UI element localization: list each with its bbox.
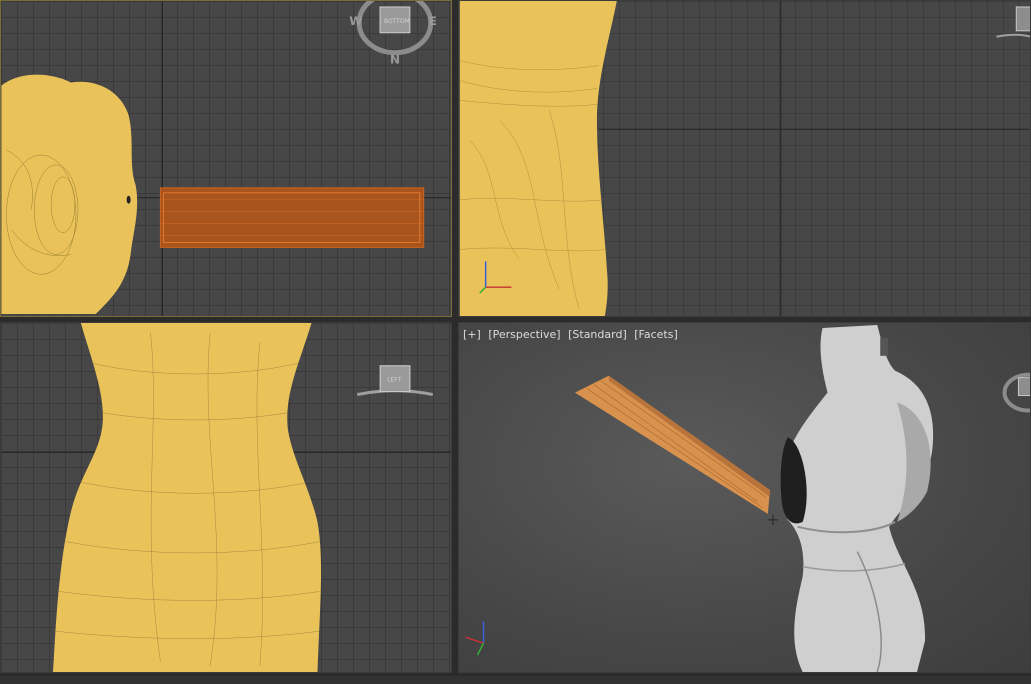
perspective-object xyxy=(574,375,770,514)
viewcube-left-label: LEFT xyxy=(387,377,401,384)
viewport-perspective-scene xyxy=(465,324,1030,672)
viewcube-perspective-icon[interactable] xyxy=(1002,372,1030,413)
compass-north-label: N xyxy=(390,53,400,67)
viewport-front-scene xyxy=(459,1,1030,316)
viewport-front[interactable] xyxy=(458,0,1031,317)
axis-tripod-icon xyxy=(465,621,485,656)
viewcube-icon[interactable]: BOTTOM xyxy=(379,6,411,34)
viewport-left-scene: LEFT xyxy=(1,323,451,672)
viewcube-top-label: BOTTOM xyxy=(384,18,410,25)
viewport-perspective[interactable]: [+] [Perspective] [Standard] [Facets] xyxy=(458,322,1031,673)
selected-object-top xyxy=(159,187,425,248)
pivot-cross-icon xyxy=(767,514,778,525)
viewport-top[interactable]: W E N BOTTOM xyxy=(0,0,452,317)
status-strip xyxy=(0,676,1031,684)
mannequin-cross-section xyxy=(1,74,138,315)
mannequin-hole xyxy=(126,195,131,204)
viewcube-left-icon[interactable]: LEFT xyxy=(356,365,434,397)
mannequin-front-silhouette xyxy=(459,1,617,316)
mannequin-left-silhouette xyxy=(52,323,322,672)
compass-west-label: W xyxy=(349,14,362,28)
viewcube-front-icon[interactable] xyxy=(996,6,1030,38)
viewport-top-scene: W E N BOTTOM xyxy=(1,1,451,316)
mannequin-shaded xyxy=(780,324,934,672)
viewport-left[interactable]: LEFT xyxy=(0,322,452,673)
compass-east-label: E xyxy=(429,14,437,28)
